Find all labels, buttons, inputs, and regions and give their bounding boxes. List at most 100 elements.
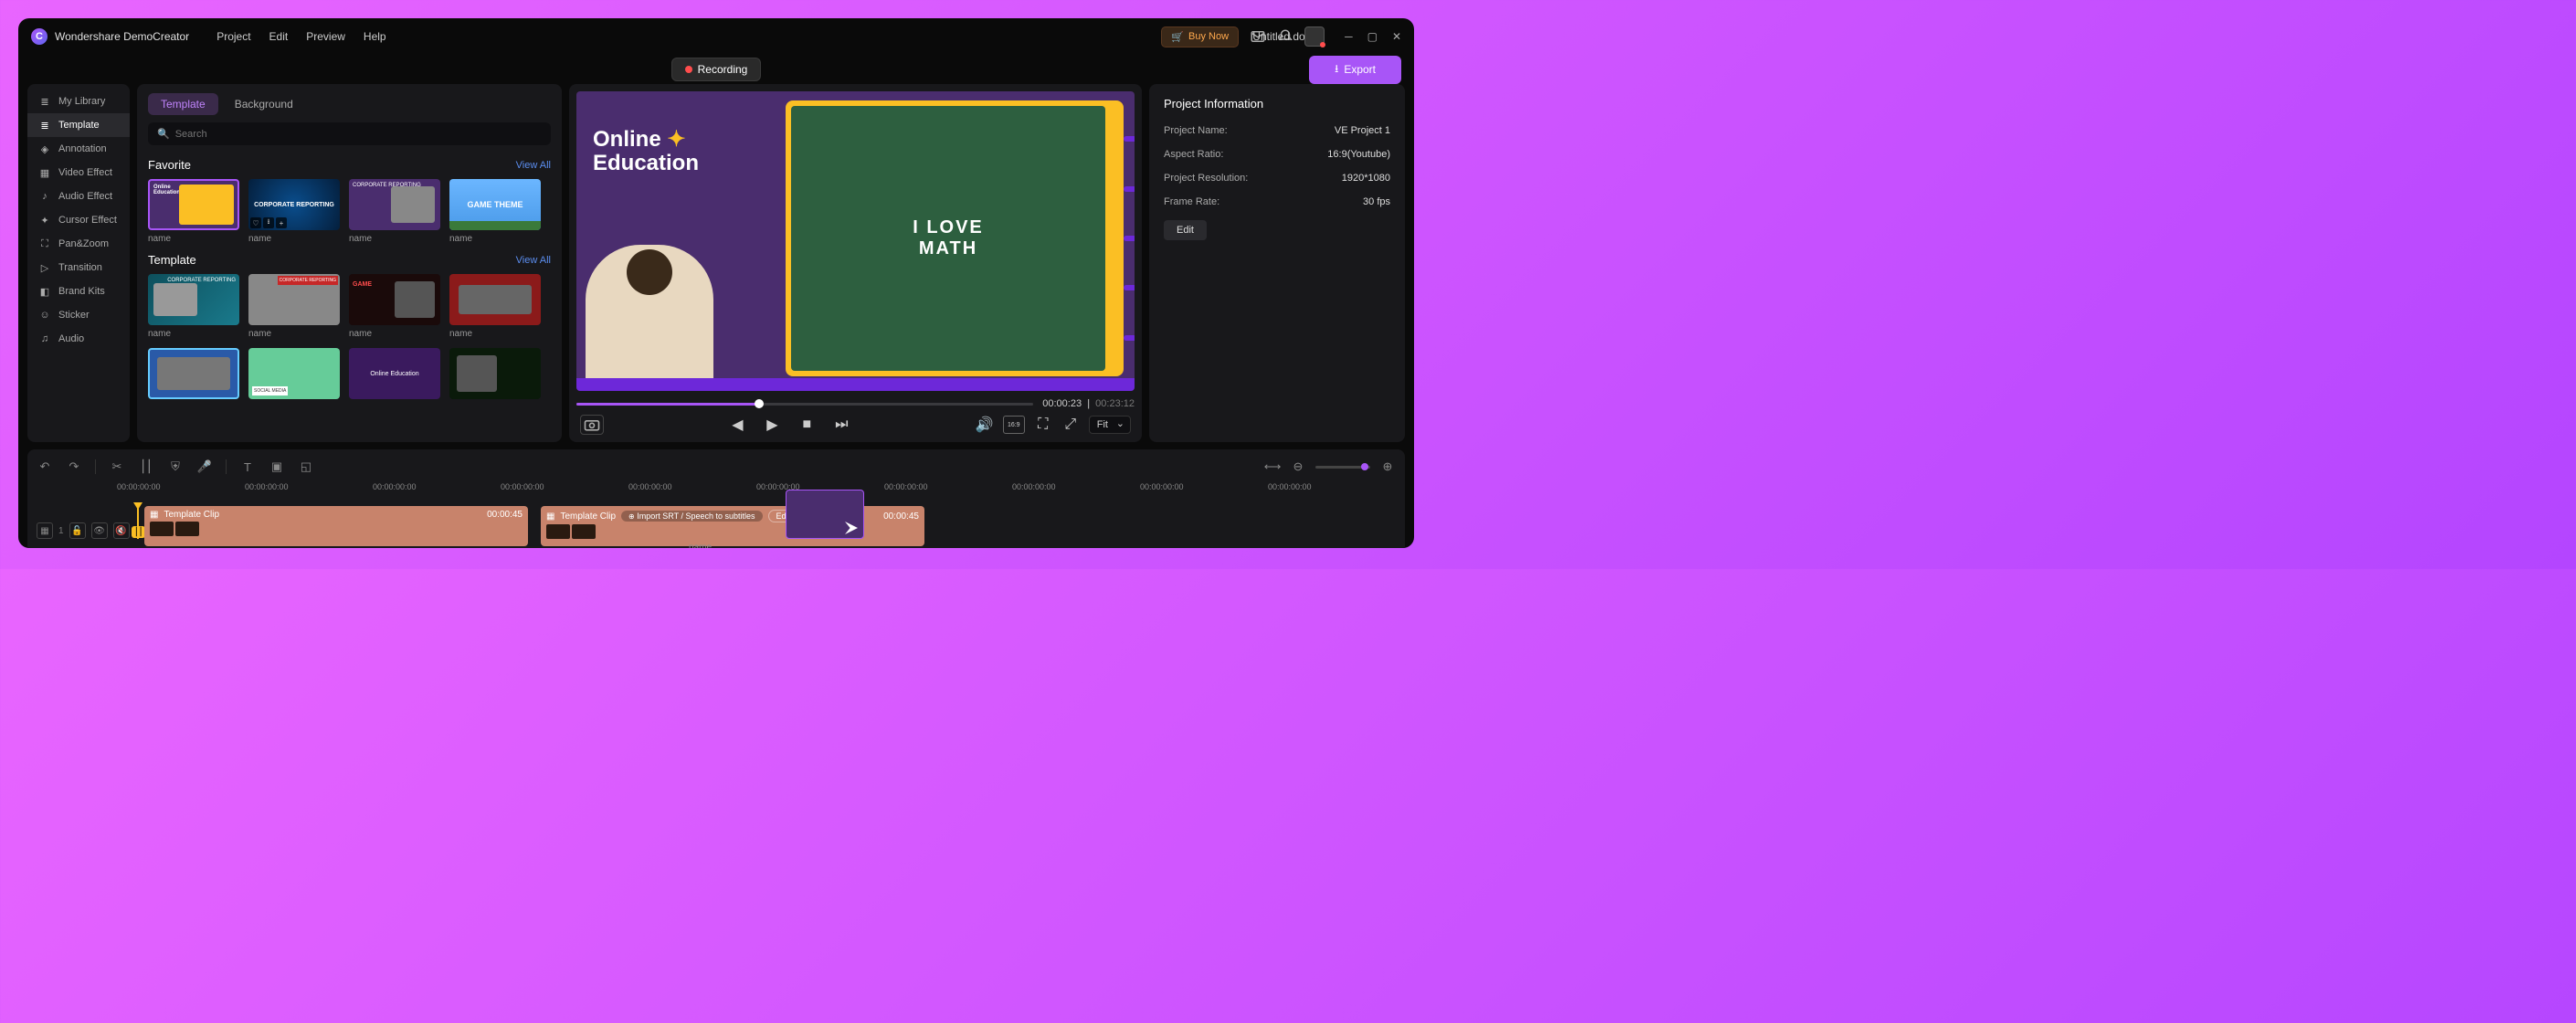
zoom-in-button[interactable]: ⊕ — [1379, 459, 1396, 475]
menu-edit[interactable]: Edit — [269, 30, 289, 43]
template-thumb[interactable]: GAME THEME name — [449, 179, 541, 244]
image-tool-button[interactable]: ▣ — [269, 459, 285, 475]
template-thumb[interactable]: OnlineEducation name — [148, 179, 239, 244]
sidebar-item-template[interactable]: ≣Template — [27, 113, 130, 137]
recording-button[interactable]: Recording — [671, 58, 762, 81]
template-thumb[interactable]: GAMEname — [349, 274, 440, 339]
template-thumb[interactable]: CORPORATE REPORTING name — [349, 179, 440, 244]
pip-button[interactable]: ◱ — [298, 459, 314, 475]
sidebar-item-cursor-effect[interactable]: ✦Cursor Effect — [27, 208, 130, 232]
sidebar-item-transition[interactable]: ▷Transition — [27, 256, 130, 279]
next-frame-button[interactable]: ⏭ — [832, 416, 850, 434]
fullscreen-icon[interactable]: ⤢ — [1061, 416, 1080, 434]
tab-background[interactable]: Background — [222, 93, 306, 115]
export-button[interactable]: ⭳ Export — [1309, 56, 1401, 84]
template-thumb[interactable] — [148, 348, 239, 399]
buy-now-button[interactable]: 🛒 Buy Now — [1161, 26, 1239, 47]
menu-preview[interactable]: Preview — [306, 30, 345, 43]
clip-duration: 00:00:45 — [487, 510, 523, 520]
cart-icon: 🛒 — [1171, 31, 1184, 43]
timeline-clip[interactable]: ▦ Template Clip ⊕ Import SRT / Speech to… — [541, 506, 924, 546]
split-button[interactable]: ⎮⎮ — [138, 459, 154, 475]
download-icon[interactable]: ⭳ — [263, 217, 274, 228]
timeline-clip[interactable]: ▦ Template Clip 00:00:45 — [144, 506, 528, 546]
preview-canvas[interactable]: Online ✦ Education I LOVE MATH — [576, 91, 1135, 391]
play-button[interactable]: ▶ — [763, 416, 781, 434]
visibility-button[interactable]: 👁 — [91, 522, 108, 539]
template-thumb[interactable]: name — [449, 274, 541, 339]
menu-project[interactable]: Project — [216, 30, 250, 43]
preview-accent-bar — [576, 378, 1135, 391]
tab-template[interactable]: Template — [148, 93, 218, 115]
volume-icon[interactable]: 🔊 — [976, 416, 994, 434]
thumb-image: CORPORATE REPORTING — [349, 179, 440, 230]
crop-tool-button[interactable]: ✂ — [109, 459, 125, 475]
fit-select[interactable]: Fit — [1089, 416, 1131, 434]
preview-title: Online ✦ Education — [593, 128, 699, 176]
add-icon[interactable]: + — [276, 217, 287, 228]
thumb-label: name — [148, 234, 239, 244]
sidebar-item-pan-zoom[interactable]: ⛶Pan&Zoom — [27, 232, 130, 256]
aspect-icon[interactable]: 16:9 — [1003, 416, 1025, 434]
sidebar-item-audio-effect[interactable]: ♪Audio Effect — [27, 185, 130, 208]
marker-button[interactable]: ⛨ — [167, 459, 184, 475]
redo-button[interactable]: ↷ — [66, 459, 82, 475]
zoom-slider[interactable] — [1315, 466, 1370, 469]
search-input[interactable] — [175, 129, 542, 140]
view-all-link[interactable]: View All — [516, 160, 551, 171]
undo-button[interactable]: ↶ — [37, 459, 53, 475]
menu-help[interactable]: Help — [364, 30, 386, 43]
sidebar-label: Audio — [58, 333, 84, 344]
template-grid: CORPORATE REPORTINGname CORPORATE REPORT… — [148, 274, 551, 399]
info-row-name: Project Name:VE Project 1 — [1164, 125, 1390, 136]
preview-controls: ◀ ▶ ■ ⏭ 🔊 16:9 ⛶ ⤢ Fit — [576, 415, 1135, 435]
view-all-link[interactable]: View All — [516, 255, 551, 266]
snapshot-button[interactable] — [580, 415, 604, 435]
import-srt-button[interactable]: ⊕ Import SRT / Speech to subtitles — [621, 511, 762, 522]
stop-button[interactable]: ■ — [797, 416, 816, 434]
thumb-label: name — [349, 234, 440, 244]
track-type-icon[interactable]: ▦ — [37, 522, 53, 539]
crop-icon[interactable]: ⛶ — [1034, 416, 1052, 434]
sidebar-item-video-effect[interactable]: ▦Video Effect — [27, 161, 130, 185]
template-thumb[interactable]: CORPORATE REPORTINGname — [248, 274, 340, 339]
sidebar-item-sticker[interactable]: ☺Sticker — [27, 303, 130, 327]
maximize-icon[interactable]: ▢ — [1367, 30, 1378, 43]
preview-progress-bar[interactable] — [576, 403, 1033, 406]
close-icon[interactable]: ✕ — [1392, 30, 1401, 43]
sidebar-item-brand-kits[interactable]: ◧Brand Kits — [27, 279, 130, 303]
template-thumb[interactable]: CORPORATE REPORTINGname — [148, 274, 239, 339]
info-row-resolution: Project Resolution:1920*1080 — [1164, 173, 1390, 184]
sidebar-item-annotation[interactable]: ◈Annotation — [27, 137, 130, 161]
text-tool-button[interactable]: T — [239, 459, 256, 475]
voiceover-button[interactable]: 🎤 — [196, 459, 213, 475]
lock-button[interactable]: 🔓 — [69, 522, 86, 539]
sidebar-label: Video Effect — [58, 167, 112, 178]
template-thumb[interactable]: SOCIAL MEDIA — [248, 348, 340, 399]
progress-knob[interactable] — [755, 399, 764, 408]
brand-icon: ◧ — [38, 285, 51, 298]
prev-frame-button[interactable]: ◀ — [728, 416, 746, 434]
sidebar-item-audio[interactable]: ♫Audio — [27, 327, 130, 351]
zoom-out-button[interactable]: ⊖ — [1290, 459, 1306, 475]
thumb-image: OnlineEducation — [148, 179, 239, 230]
favorite-icon[interactable]: ♡ — [250, 217, 261, 228]
action-bar: Recording ⭳ Export — [18, 55, 1414, 84]
account-button[interactable] — [1304, 26, 1325, 47]
timeline-ruler[interactable]: 00:00:00:00 00:00:00:00 00:00:00:00 00:0… — [117, 482, 1396, 499]
drag-preview-thumb[interactable] — [786, 490, 864, 539]
export-icon: ⭳ — [1335, 60, 1338, 79]
search-box[interactable]: 🔍 — [148, 122, 551, 145]
track-header: ▦ 1 🔓 👁 🔇 — [37, 506, 137, 539]
sidebar-item-my-library[interactable]: ≣My Library — [27, 90, 130, 113]
timeline-tracks[interactable]: ▦ Template Clip 00:00:45 ▦ Template Clip… — [137, 506, 1396, 539]
template-thumb[interactable]: CORPORATE REPORTING♡⭳+ name — [248, 179, 340, 244]
edit-project-button[interactable]: Edit — [1164, 220, 1207, 240]
template-panel: Template Background 🔍 Favorite View All … — [137, 84, 562, 442]
fit-timeline-button[interactable]: ⟷ — [1264, 459, 1281, 475]
template-thumb[interactable]: Online Education — [349, 348, 440, 399]
template-thumb[interactable] — [449, 348, 541, 399]
minimize-icon[interactable]: ─ — [1345, 30, 1353, 43]
mute-button[interactable]: 🔇 — [113, 522, 130, 539]
timeline: ↶ ↷ ✂ ⎮⎮ ⛨ 🎤 T ▣ ◱ ⟷ ⊖ ⊕ + 00:00:00:00 — [27, 449, 1405, 548]
